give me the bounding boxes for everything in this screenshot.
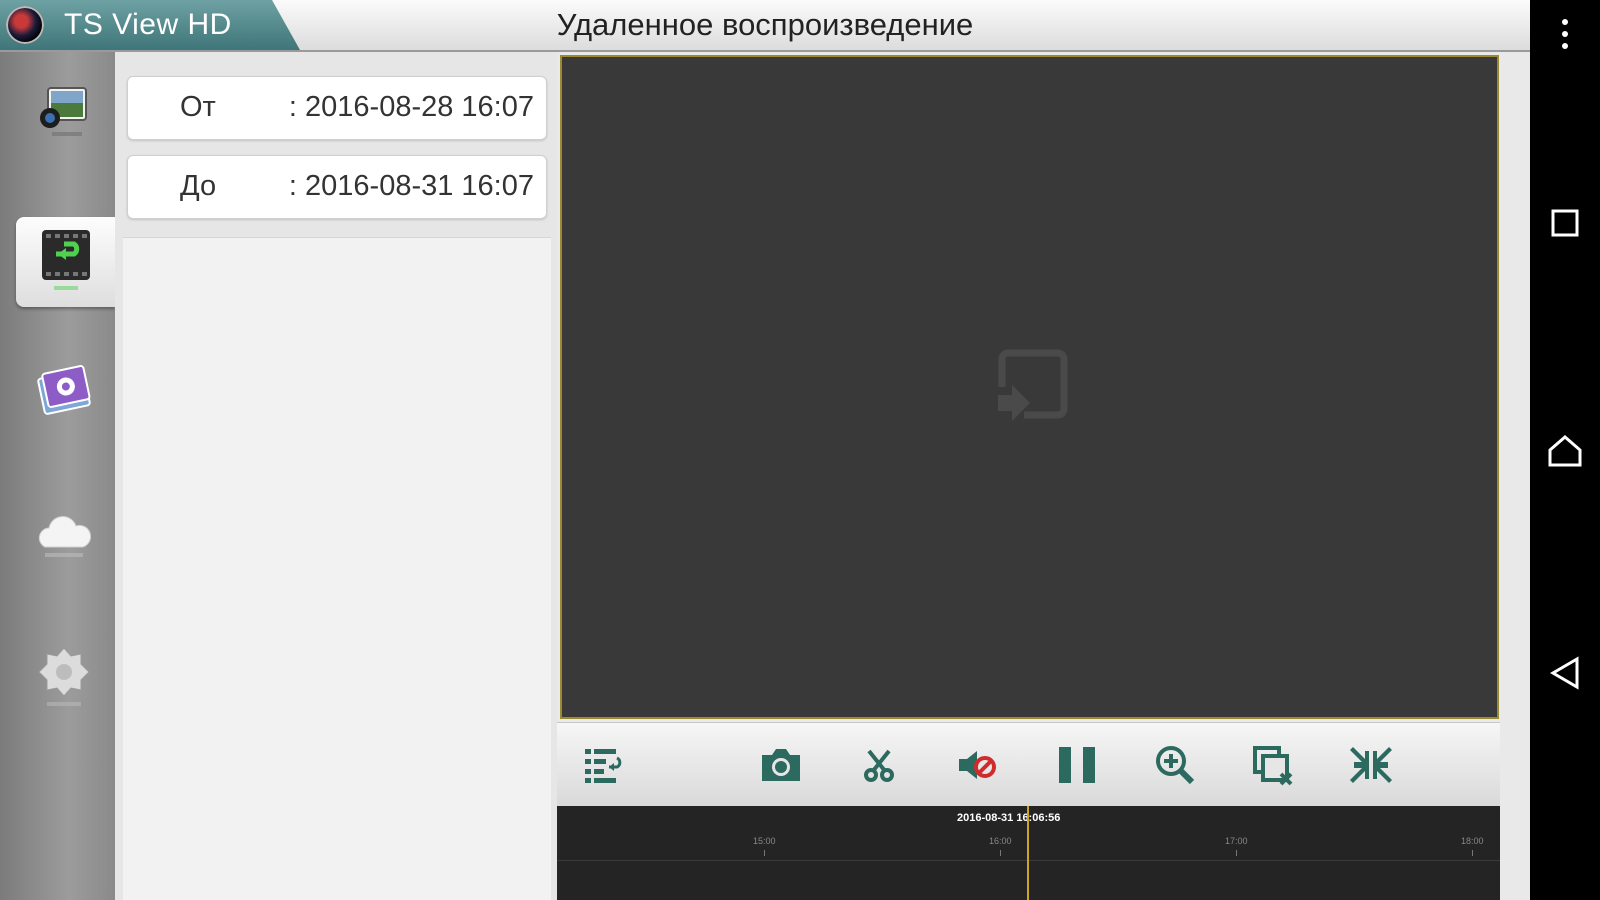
sidebar	[0, 52, 115, 900]
sidebar-item-playback[interactable]	[16, 217, 115, 307]
fullscreen-icon	[1350, 744, 1392, 791]
channel-list-icon	[583, 745, 627, 790]
timeline-bar[interactable]: 2016-08-31 16:06:56 15:00 16:00 17:00 18…	[557, 806, 1500, 900]
timeline-tick	[1000, 850, 1001, 856]
snapshot-button[interactable]	[757, 743, 805, 791]
system-nav-bar	[1530, 0, 1600, 900]
video-player[interactable]	[560, 55, 1499, 719]
date-to-value: : 2016-08-31 16:07	[288, 170, 534, 202]
timeline-tick	[764, 850, 765, 856]
mute-icon	[955, 745, 999, 790]
timeline-tick-label: 18:00	[1461, 836, 1484, 846]
timeline-current-time: 2016-08-31 16:06:56	[957, 812, 1061, 824]
timeline-tick-label: 15:00	[753, 836, 776, 846]
playback-toolbar	[557, 722, 1500, 807]
recents-square-icon	[1550, 208, 1580, 243]
home-button[interactable]	[1545, 433, 1585, 473]
date-to-field[interactable]: До : 2016-08-31 16:07	[127, 155, 547, 219]
timeline-tick	[1236, 850, 1237, 856]
pause-icon	[1057, 745, 1097, 790]
overflow-menu-button[interactable]	[1545, 16, 1585, 56]
mute-button[interactable]	[953, 743, 1001, 791]
timeline-tick	[1472, 850, 1473, 856]
date-from-field[interactable]: От : 2016-08-28 16:07	[127, 76, 547, 140]
back-triangle-icon	[1549, 655, 1581, 695]
cast-screen-icon	[994, 347, 1070, 432]
fullscreen-button[interactable]	[1347, 743, 1395, 791]
zoom-in-icon	[1154, 744, 1196, 791]
search-panel: От : 2016-08-28 16:07 До : 2016-08-31 16…	[115, 52, 557, 900]
page-title: Удаленное воспроизведение	[0, 7, 1530, 43]
sidebar-item-live-view[interactable]	[16, 72, 112, 162]
gallery-icon	[33, 362, 95, 432]
close-window-button[interactable]	[1249, 743, 1297, 791]
sidebar-item-settings[interactable]	[16, 632, 112, 722]
date-to-label: До	[180, 170, 217, 202]
date-from-value: : 2016-08-28 16:07	[288, 91, 534, 123]
channel-list-button[interactable]	[581, 743, 629, 791]
overflow-menu-icon	[1560, 18, 1570, 55]
app-window: TS View HD Удаленное воспроизведение От …	[0, 0, 1530, 900]
date-from-label: От	[180, 91, 216, 123]
sidebar-item-gallery[interactable]	[16, 352, 112, 442]
snapshot-icon	[758, 745, 804, 790]
pause-button[interactable]	[1053, 743, 1101, 791]
page-title-text: Удаленное воспроизведение	[556, 7, 974, 42]
title-bar: TS View HD Удаленное воспроизведение	[0, 0, 1530, 52]
playback-icon	[36, 224, 96, 300]
recording-list[interactable]	[123, 237, 551, 900]
close-window-icon	[1251, 744, 1295, 791]
home-icon	[1547, 434, 1583, 473]
clip-button[interactable]	[855, 743, 903, 791]
timeline-tick-label: 17:00	[1225, 836, 1248, 846]
back-button[interactable]	[1545, 655, 1585, 695]
recents-button[interactable]	[1545, 205, 1585, 245]
timeline-cursor[interactable]	[1027, 806, 1029, 900]
clip-record-icon	[859, 745, 899, 790]
sidebar-item-cloud[interactable]	[16, 492, 112, 582]
timeline-tick-label: 16:00	[989, 836, 1012, 846]
video-area: 2016-08-31 16:06:56 15:00 16:00 17:00 18…	[557, 52, 1530, 900]
settings-gear-icon	[33, 642, 95, 712]
cloud-icon	[33, 507, 95, 567]
live-view-icon	[36, 82, 92, 152]
zoom-in-button[interactable]	[1151, 743, 1199, 791]
